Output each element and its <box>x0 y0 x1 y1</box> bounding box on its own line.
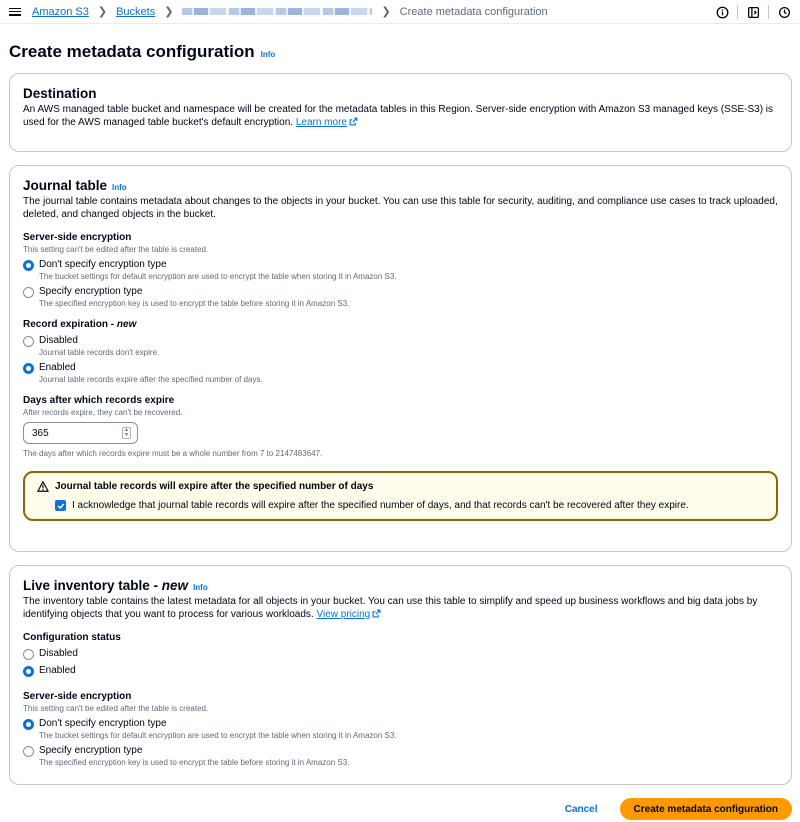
divider <box>768 5 769 19</box>
days-input[interactable]: 365 ▲ ▼ <box>23 422 138 444</box>
radio-label: Enabled <box>39 665 76 676</box>
destination-heading: Destination <box>23 86 778 101</box>
inventory-table-container: Live inventory table - new Info The inve… <box>9 565 792 785</box>
radio-label: Enabled <box>39 362 76 373</box>
destination-container: Destination An AWS managed table bucket … <box>9 73 792 152</box>
acknowledge-checkbox-row[interactable]: I acknowledge that journal table records… <box>55 500 764 511</box>
view-pricing-text: View pricing <box>316 609 371 620</box>
inventory-info-link[interactable]: Info <box>193 583 208 592</box>
page-info-link[interactable]: Info <box>261 50 276 59</box>
breadcrumb-current: Create metadata configuration <box>399 5 548 18</box>
history-icon[interactable] <box>776 4 792 20</box>
external-link-icon <box>372 609 381 618</box>
radio-description: Journal table records don't expire. <box>39 348 160 357</box>
journal-sse-option-default[interactable]: Don't specify encryption type The bucket… <box>23 259 778 281</box>
breadcrumb-amazon-s3[interactable]: Amazon S3 <box>32 6 89 18</box>
radio-button-checked[interactable] <box>23 260 34 271</box>
journal-title: Journal table <box>23 178 108 193</box>
days-input-value: 365 <box>32 427 49 439</box>
config-option-disabled[interactable]: Disabled <box>23 648 778 660</box>
radio-label: Don't specify encryption type <box>39 718 167 729</box>
destination-title: Destination <box>23 86 97 101</box>
alert-heading: Journal table records will expire after … <box>37 481 764 492</box>
expiration-option-disabled[interactable]: Disabled Journal table records don't exp… <box>23 335 778 357</box>
external-link-icon <box>349 117 358 126</box>
new-tag: new <box>161 578 189 593</box>
inventory-heading: Live inventory table - new Info <box>23 578 778 593</box>
inventory-title: Live inventory table - new <box>23 578 188 593</box>
journal-sse-option-specify[interactable]: Specify encryption type The specified en… <box>23 286 778 308</box>
breadcrumb-bucket-name-redacted[interactable] <box>182 8 373 15</box>
radio-label: Specify encryption type <box>39 286 143 297</box>
divider <box>737 5 738 19</box>
radio-button-checked[interactable] <box>23 719 34 730</box>
page-title: Create metadata configuration Info <box>9 42 275 62</box>
radio-description: Journal table records expire after the s… <box>39 375 263 384</box>
number-stepper-icon[interactable]: ▲ ▼ <box>122 427 131 439</box>
expiration-warning-alert: Journal table records will expire after … <box>23 471 778 521</box>
inventory-title-text: Live inventory table - <box>23 578 162 593</box>
acknowledge-label: I acknowledge that journal table records… <box>72 500 689 511</box>
journal-description: The journal table contains metadata abou… <box>23 196 778 220</box>
menu-icon[interactable] <box>8 5 22 19</box>
journal-info-link[interactable]: Info <box>112 183 127 192</box>
radio-label: Don't specify encryption type <box>39 259 167 270</box>
journal-sse-desc: This setting can't be edited after the t… <box>23 245 209 254</box>
warning-icon <box>37 481 49 492</box>
days-constraint: The days after which records expire must… <box>23 449 323 458</box>
top-bar: Amazon S3 ❯ Buckets ❯ ❯ Create metadata … <box>0 0 800 24</box>
destination-description-text: An AWS managed table bucket and namespac… <box>23 104 774 128</box>
days-desc: After records expire, they can't be reco… <box>23 408 183 417</box>
inventory-sse-desc: This setting can't be edited after the t… <box>23 704 209 713</box>
learn-more-text: Learn more <box>295 117 347 128</box>
chevron-right-icon: ❯ <box>97 6 108 18</box>
radio-button-checked[interactable] <box>23 363 34 374</box>
record-expiration-label: Record expiration - new <box>23 319 778 330</box>
inventory-sse-label: Server-side encryption <box>23 691 132 702</box>
radio-label: Disabled <box>39 335 78 346</box>
info-circle-icon[interactable] <box>714 4 730 20</box>
chevron-right-icon: ❯ <box>164 6 174 18</box>
inventory-sse-option-default[interactable]: Don't specify encryption type The bucket… <box>23 718 778 740</box>
exit-panel-icon[interactable] <box>745 4 761 20</box>
radio-description: The bucket settings for default encrypti… <box>39 731 397 740</box>
alert-title: Journal table records will expire after … <box>55 481 374 492</box>
inventory-description: The inventory table contains the latest … <box>23 595 778 621</box>
radio-button[interactable] <box>23 746 34 757</box>
radio-description: The bucket settings for default encrypti… <box>39 272 397 281</box>
create-metadata-configuration-button[interactable]: Create metadata configuration <box>619 798 792 820</box>
page-title-text: Create metadata configuration <box>9 42 255 61</box>
view-pricing-link[interactable]: View pricing <box>316 609 381 620</box>
inventory-description-text: The inventory table contains the latest … <box>23 596 758 620</box>
radio-button[interactable] <box>23 287 34 298</box>
radio-button[interactable] <box>23 336 34 347</box>
journal-sse-label: Server-side encryption <box>23 232 132 243</box>
new-tag: new <box>116 319 137 330</box>
days-label: Days after which records expire <box>23 395 175 406</box>
radio-label: Disabled <box>39 648 78 659</box>
check-icon <box>57 503 64 509</box>
destination-description: An AWS managed table bucket and namespac… <box>23 103 778 129</box>
config-option-enabled[interactable]: Enabled <box>23 665 778 677</box>
expiration-option-enabled[interactable]: Enabled Journal table records expire aft… <box>23 362 778 384</box>
config-status-label: Configuration status <box>23 632 121 643</box>
record-expiration-label-text: Record expiration - <box>23 319 117 330</box>
learn-more-link[interactable]: Learn more <box>296 117 358 128</box>
radio-label: Specify encryption type <box>39 745 143 756</box>
form-actions: Cancel Create metadata configuration <box>559 798 792 820</box>
acknowledge-checkbox[interactable] <box>55 500 66 511</box>
journal-table-container: Journal table Info The journal table con… <box>9 165 792 552</box>
radio-button[interactable] <box>23 649 34 660</box>
radio-description: The specified encryption key is used to … <box>39 299 350 308</box>
breadcrumb-buckets[interactable]: Buckets <box>116 6 155 18</box>
inventory-sse-option-specify[interactable]: Specify encryption type The specified en… <box>23 745 778 767</box>
chevron-right-icon: ❯ <box>381 6 391 18</box>
journal-heading: Journal table Info <box>23 178 778 193</box>
radio-button-checked[interactable] <box>23 666 34 677</box>
cancel-button[interactable]: Cancel <box>559 804 604 815</box>
radio-description: The specified encryption key is used to … <box>39 758 350 767</box>
